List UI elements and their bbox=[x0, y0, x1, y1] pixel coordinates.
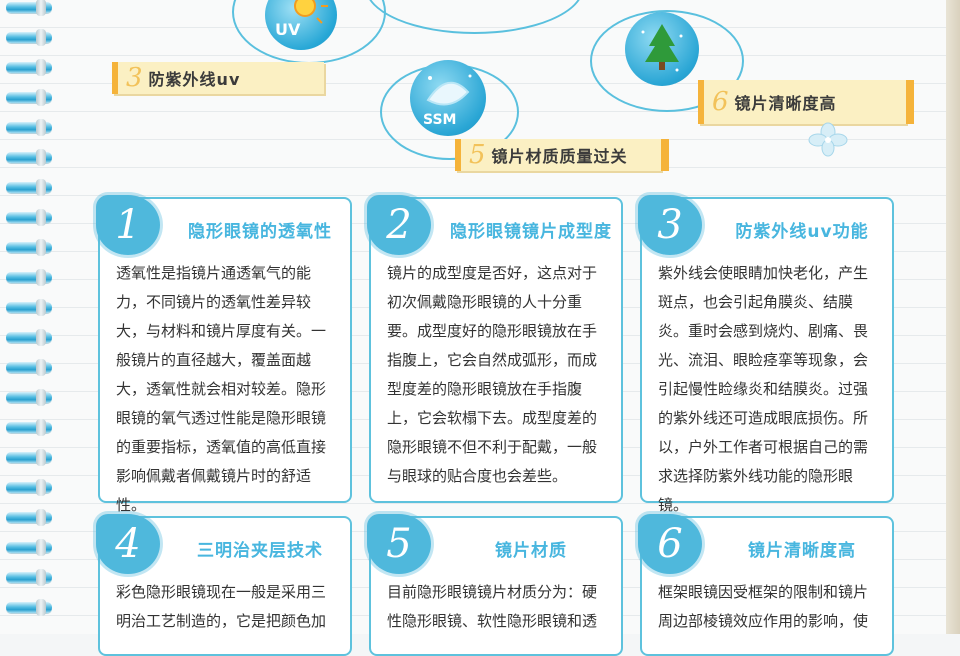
card-body-text: 框架眼镜因受框架的限制和镜片周边部棱镜效应作用的影响，使 bbox=[658, 583, 869, 630]
spiral-ring bbox=[6, 89, 52, 106]
spiral-ring bbox=[6, 0, 52, 16]
spiral-ring bbox=[6, 179, 52, 196]
spiral-ring bbox=[6, 329, 52, 346]
contact-lens-icon: SSM bbox=[410, 60, 486, 136]
card-title: 隐形眼镜镜片成型度 bbox=[450, 222, 612, 242]
spiral-ring bbox=[6, 569, 52, 586]
flower-decoration-icon bbox=[808, 122, 848, 158]
info-card-5: 5 镜片材质目前隐形眼镜镜片材质分为：硬性隐形眼镜、软性隐形眼镜和透 bbox=[367, 514, 623, 656]
info-card-6: 6 镜片清晰度高框架眼镜因受框架的限制和镜片周边部棱镜效应作用的影响，使 bbox=[638, 514, 894, 656]
card-number-badge: 6 bbox=[638, 514, 702, 574]
card-number-badge: 5 bbox=[367, 514, 431, 574]
feature-tag-number: 6 bbox=[712, 87, 729, 117]
card-number-badge: 2 bbox=[367, 195, 431, 255]
feature-tag-3: 3 防紫外线uv bbox=[112, 62, 324, 94]
spiral-ring bbox=[6, 59, 52, 76]
card-title: 隐形眼镜的透氧性 bbox=[188, 222, 332, 242]
card-number-badge: 1 bbox=[96, 195, 160, 255]
spiral-ring bbox=[6, 239, 52, 256]
card-body-text: 镜片的成型度是否好，这点对于初次佩戴隐形眼镜的人十分重要。成型度好的隐形眼镜放在… bbox=[387, 264, 598, 485]
tag-endcap bbox=[906, 80, 914, 124]
spiral-ring bbox=[6, 359, 52, 376]
page-edge bbox=[946, 0, 960, 634]
spiral-ring bbox=[6, 389, 52, 406]
uv-sun-icon: UV bbox=[265, 0, 337, 50]
spiral-ring bbox=[6, 599, 52, 616]
card-body-text: 彩色隐形眼镜现在一般是采用三明治工艺制造的，它是把颜色加 bbox=[116, 583, 327, 630]
card-body-text: 目前隐形眼镜镜片材质分为：硬性隐形眼镜、软性隐形眼镜和透 bbox=[387, 583, 598, 630]
info-card-2: 2 隐形眼镜镜片成型度镜片的成型度是否好，这点对于初次佩戴隐形眼镜的人十分重要。成… bbox=[367, 195, 623, 503]
card-title: 三明治夹层技术 bbox=[197, 541, 323, 561]
ellipse-center bbox=[365, 0, 584, 34]
info-card-3: 3 防紫外线uv功能紫外线会使眼睛加快老化，产生斑点，也会引起角膜炎、结膜炎。重时… bbox=[638, 195, 894, 514]
feature-tag-label: 镜片清晰度高 bbox=[734, 94, 837, 113]
spiral-ring bbox=[6, 449, 52, 466]
card-number-badge: 4 bbox=[96, 514, 160, 574]
feature-tag-5: 5 镜片材质质量过关 bbox=[455, 139, 669, 171]
tag-endcap bbox=[661, 139, 669, 171]
notebook-page: UV SSM 3 防紫外线uv 5 镜片材质质量过关 6 镜片清晰度高 1 隐形… bbox=[0, 0, 960, 656]
spiral-ring bbox=[6, 479, 52, 496]
spiral-ring bbox=[6, 119, 52, 136]
card-title: 镜片清晰度高 bbox=[748, 541, 856, 561]
tree-icon bbox=[625, 12, 699, 86]
spiral-ring bbox=[6, 509, 52, 526]
info-card-1: 1 隐形眼镜的透氧性透氧性是指镜片通透氧气的能力，不同镜片的透氧性差异较大，与材料… bbox=[96, 195, 352, 514]
notebook-spiral-binding bbox=[6, 0, 56, 634]
spiral-ring bbox=[6, 299, 52, 316]
spiral-ring bbox=[6, 269, 52, 286]
feature-tag-6: 6 镜片清晰度高 bbox=[698, 80, 914, 124]
feature-tag-number: 5 bbox=[469, 140, 486, 170]
uv-badge-label: UV bbox=[275, 20, 301, 39]
card-number-badge: 3 bbox=[638, 195, 702, 255]
spiral-ring bbox=[6, 539, 52, 556]
feature-tag-label: 镜片材质质量过关 bbox=[491, 147, 628, 166]
spiral-ring bbox=[6, 419, 52, 436]
spiral-ring bbox=[6, 209, 52, 226]
info-card-4: 4 三明治夹层技术彩色隐形眼镜现在一般是采用三明治工艺制造的，它是把颜色加 bbox=[96, 514, 352, 656]
card-body-text: 透氧性是指镜片通透氧气的能力，不同镜片的透氧性差异较大，与材料和镜片厚度有关。一… bbox=[116, 264, 327, 514]
feature-tag-label: 防紫外线uv bbox=[148, 70, 241, 89]
feature-tag-number: 3 bbox=[126, 63, 143, 93]
card-body-text: 紫外线会使眼睛加快老化，产生斑点，也会引起角膜炎、结膜炎。重时会感到烧灼、剧痛、… bbox=[658, 264, 869, 514]
ssm-badge-label: SSM bbox=[423, 112, 457, 128]
spiral-ring bbox=[6, 29, 52, 46]
spiral-ring bbox=[6, 149, 52, 166]
card-title: 防紫外线uv功能 bbox=[735, 222, 869, 242]
card-title: 镜片材质 bbox=[495, 541, 567, 561]
